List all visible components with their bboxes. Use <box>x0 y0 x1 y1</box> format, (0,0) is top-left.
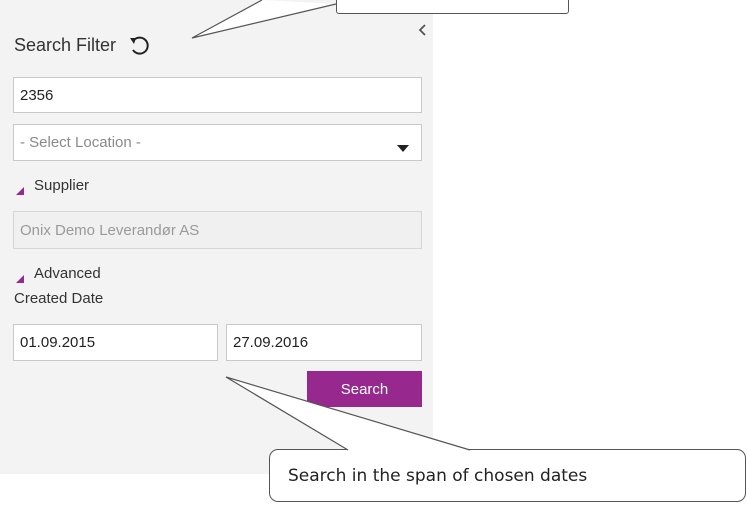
created-date-from-input[interactable]: 01.09.2015 <box>13 324 218 361</box>
created-date-label: Created Date <box>14 290 104 307</box>
created-date-from-value: 01.09.2015 <box>20 334 96 351</box>
search-input-value: 2356 <box>20 86 54 104</box>
supplier-field: Onix Demo Leverandør AS <box>13 211 422 249</box>
callout-top <box>336 0 569 14</box>
callout-bottom: Search in the span of chosen dates <box>269 449 746 502</box>
caret-down-icon <box>397 140 409 152</box>
advanced-section-label: Advanced <box>34 265 101 282</box>
panel-title: Search Filter <box>14 34 117 55</box>
created-date-to-value: 27.09.2016 <box>233 334 309 351</box>
search-input[interactable]: 2356 <box>13 77 422 113</box>
location-select[interactable]: - Select Location - <box>13 124 422 161</box>
chevron-left-icon[interactable] <box>415 22 429 38</box>
created-date-to-input[interactable]: 27.09.2016 <box>226 324 422 361</box>
advanced-section-toggle[interactable]: Advanced <box>16 265 101 283</box>
panel-header: Search Filter <box>14 32 152 58</box>
search-button-label: Search <box>340 380 389 398</box>
search-filter-panel: Search Filter 2356 - Select Location - S… <box>0 0 433 474</box>
supplier-section-toggle[interactable]: Supplier <box>16 177 90 195</box>
triangle-expanded-icon <box>16 182 24 195</box>
reset-icon[interactable] <box>126 32 152 58</box>
triangle-expanded-icon <box>16 270 24 283</box>
callout-bottom-text: Search in the span of chosen dates <box>288 465 588 486</box>
location-select-value: - Select Location - <box>20 134 141 151</box>
search-button[interactable]: Search <box>307 371 422 407</box>
supplier-section-label: Supplier <box>34 177 90 194</box>
supplier-field-value: Onix Demo Leverandør AS <box>20 221 200 239</box>
